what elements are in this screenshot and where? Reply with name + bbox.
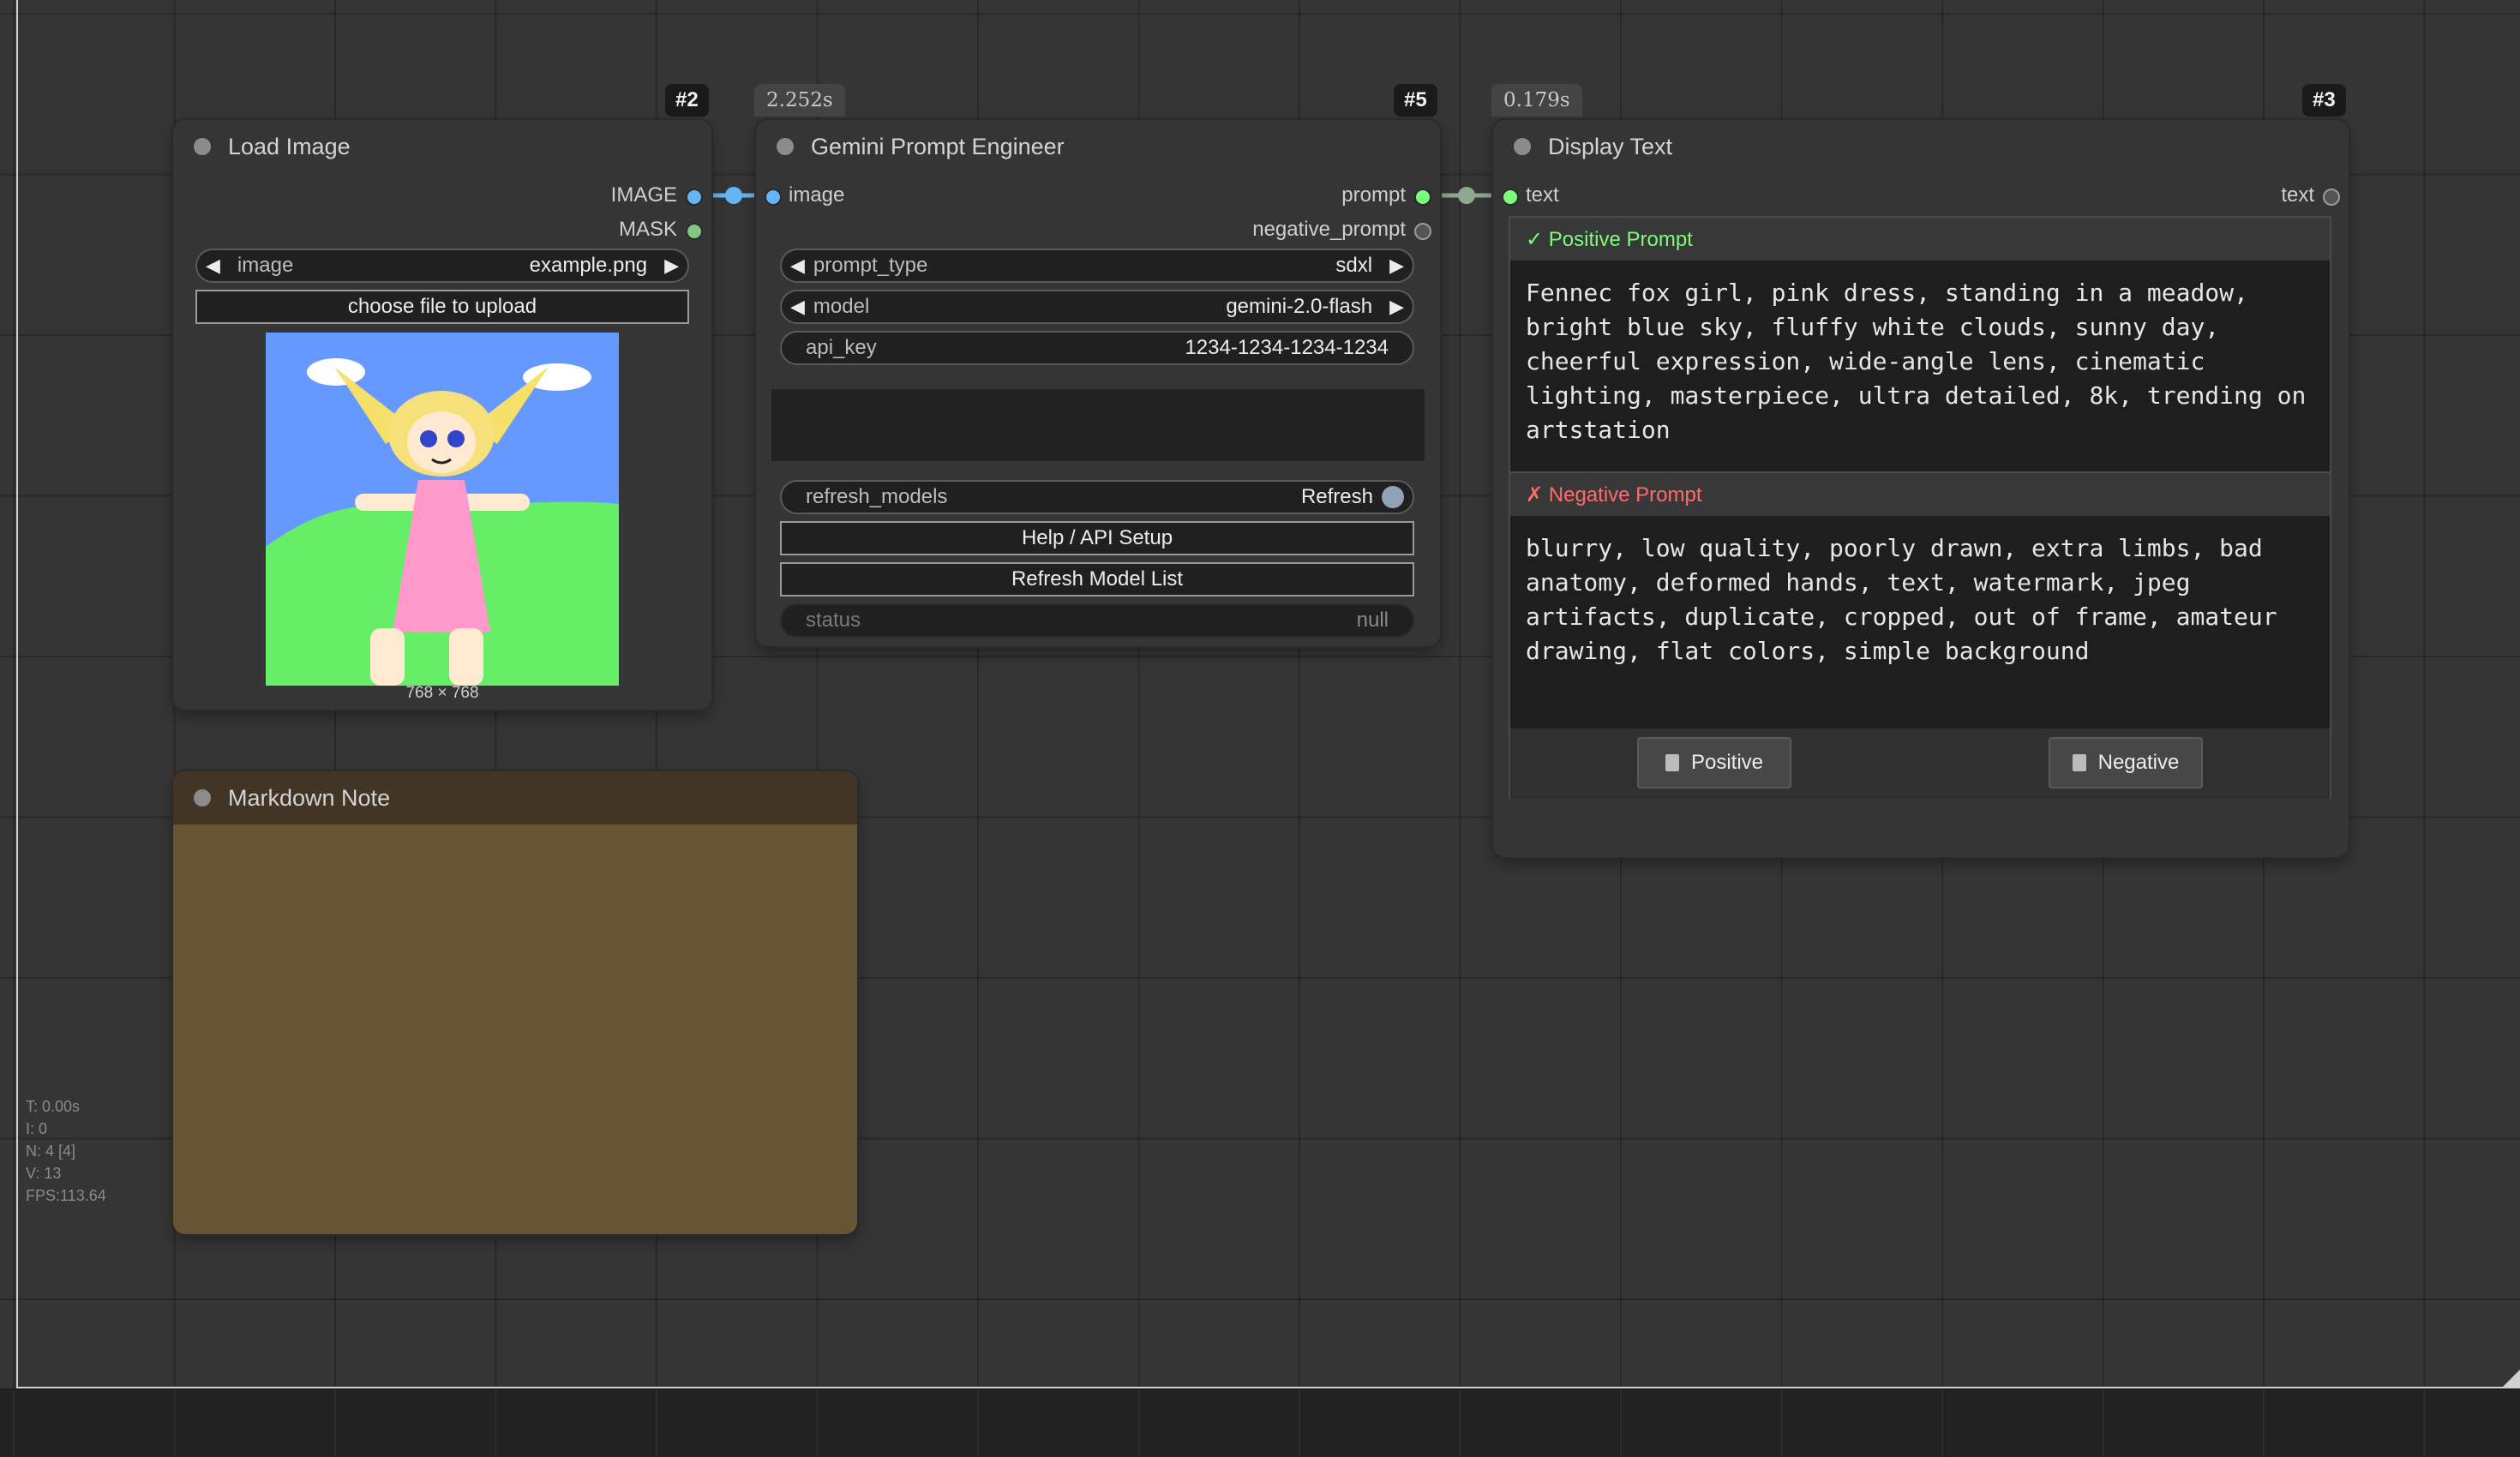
negative-prompt-header: ✗ Negative Prompt — [1510, 471, 2330, 516]
widget-label: status — [806, 609, 861, 632]
copy-positive-button[interactable]: Positive — [1637, 737, 1791, 788]
help-api-setup-button[interactable]: Help / API Setup — [780, 521, 1414, 555]
widget-value: 1234-1234-1234-1234 — [1185, 336, 1389, 359]
link-prompt-midpoint — [1458, 187, 1475, 204]
arrow-left-icon[interactable]: ◀ — [197, 255, 229, 277]
widget-value: gemini-2.0-flash — [1226, 295, 1373, 318]
widget-value: sdxl — [1335, 254, 1373, 277]
refresh-models-toggle[interactable]: refresh_models Refresh — [780, 480, 1414, 514]
arrow-right-icon[interactable]: ▶ — [1381, 255, 1413, 277]
input-slot-image[interactable] — [765, 189, 782, 206]
output-label-text: text — [2281, 183, 2314, 207]
note-content-area[interactable] — [173, 824, 857, 1234]
node-title-bar[interactable]: Gemini Prompt Engineer — [756, 120, 1440, 173]
performance-stats: T: 0.00s I: 0 N: 4 [4] V: 13 FPS:113.64 — [26, 1095, 106, 1207]
collapse-dot-icon[interactable] — [777, 138, 794, 155]
positive-prompt-header: ✓ Positive Prompt — [1510, 218, 2330, 261]
node-title: Display Text — [1548, 133, 1673, 159]
arrow-right-icon[interactable]: ▶ — [1381, 296, 1413, 318]
copy-positive-label: Positive — [1690, 751, 1764, 774]
input-label-text: text — [1526, 183, 1559, 207]
model-combo[interactable]: ◀ model gemini-2.0-flash ▶ — [780, 290, 1414, 324]
upload-button[interactable]: choose file to upload — [195, 290, 689, 324]
node-title-bar[interactable]: Display Text — [1493, 120, 2349, 173]
stat-time: T: 0.00s — [26, 1098, 81, 1115]
api-key-field[interactable]: api_key 1234-1234-1234-1234 — [780, 331, 1414, 365]
load-image-node[interactable]: Load Image IMAGE MASK ◀ image example.pn… — [173, 120, 711, 710]
execution-time-badge: 2.252s — [754, 84, 845, 117]
output-label-mask: MASK — [618, 218, 677, 241]
canvas-bottom-border — [16, 1387, 2520, 1388]
widget-label: prompt_type — [813, 254, 928, 277]
node-title: Load Image — [228, 133, 351, 159]
link-image-midpoint — [725, 187, 742, 204]
collapse-dot-icon[interactable] — [194, 789, 211, 806]
node-id-badge: #2 — [665, 84, 709, 117]
stat-fps: FPS:113.64 — [26, 1187, 106, 1204]
arrow-right-icon[interactable]: ▶ — [656, 255, 687, 277]
widget-value: null — [1356, 609, 1389, 632]
output-label-negative-prompt: negative_prompt — [1252, 218, 1406, 241]
collapse-dot-icon[interactable] — [1514, 138, 1531, 155]
node-graph-canvas[interactable]: #2 Load Image IMAGE MASK ◀ image example… — [0, 0, 2520, 1388]
toggle-knob-icon[interactable] — [1382, 486, 1404, 508]
output-slot-prompt[interactable] — [1414, 189, 1431, 206]
widget-value: example.png — [529, 254, 648, 277]
refresh-model-list-button[interactable]: Refresh Model List — [780, 562, 1414, 597]
input-slot-text[interactable] — [1502, 189, 1519, 206]
prompt-type-combo[interactable]: ◀ prompt_type sdxl ▶ — [780, 249, 1414, 283]
prompt-display-panel: ✓ Positive Prompt Fennec fox girl, pink … — [1509, 216, 2331, 799]
output-slot-image[interactable] — [686, 189, 703, 206]
widget-label: refresh_models — [806, 485, 948, 508]
node-id-badge: #3 — [2302, 84, 2346, 117]
collapse-dot-icon[interactable] — [194, 138, 211, 155]
image-size-label: 768 × 768 — [405, 684, 479, 702]
copy-button-row: Positive Negative — [1510, 728, 2330, 799]
input-label-image: image — [789, 183, 845, 207]
node-title: Gemini Prompt Engineer — [811, 133, 1065, 159]
node-id-badge: #5 — [1394, 84, 1437, 117]
widget-label: image — [237, 254, 294, 277]
negative-prompt-text[interactable]: blurry, low quality, poorly drawn, extra… — [1510, 516, 2330, 728]
arrow-left-icon[interactable]: ◀ — [782, 296, 813, 318]
clipboard-icon — [2072, 754, 2086, 771]
stat-vertices: V: 13 — [26, 1165, 62, 1182]
gemini-prompt-engineer-node[interactable]: Gemini Prompt Engineer image prompt nega… — [756, 120, 1440, 646]
node-title: Markdown Note — [228, 784, 391, 811]
resize-handle-icon[interactable] — [2503, 1370, 2520, 1387]
output-label-image: IMAGE — [610, 183, 677, 207]
display-text-node[interactable]: Display Text text text ✓ Positive Prompt… — [1493, 120, 2349, 857]
node-title-bar[interactable]: Markdown Note — [173, 771, 857, 824]
text-area[interactable] — [771, 389, 1425, 461]
image-preview — [266, 333, 619, 686]
output-slot-mask[interactable] — [686, 223, 703, 240]
positive-prompt-text[interactable]: Fennec fox girl, pink dress, standing in… — [1510, 261, 2330, 471]
lower-canvas-area — [0, 1390, 2520, 1457]
markdown-note-node[interactable]: Markdown Note — [173, 771, 857, 1234]
copy-negative-label: Negative — [2097, 751, 2180, 774]
widget-label: model — [813, 295, 870, 318]
stat-iterations: I: 0 — [26, 1120, 48, 1137]
node-title-bar[interactable]: Load Image — [173, 120, 711, 173]
output-slot-negative-prompt[interactable] — [1414, 223, 1431, 240]
arrow-left-icon[interactable]: ◀ — [782, 255, 813, 277]
image-combo-widget[interactable]: ◀ image example.png ▶ — [195, 249, 689, 283]
widget-value: Refresh — [1300, 485, 1373, 508]
widget-label: api_key — [806, 336, 877, 359]
execution-time-badge: 0.179s — [1491, 84, 1582, 117]
clipboard-icon — [1665, 754, 1679, 771]
canvas-left-border — [16, 0, 18, 1388]
stat-nodes: N: 4 [4] — [26, 1142, 76, 1160]
output-label-prompt: prompt — [1341, 183, 1406, 207]
output-slot-text[interactable] — [2323, 189, 2340, 206]
status-field: status null — [780, 603, 1414, 638]
copy-negative-button[interactable]: Negative — [2049, 737, 2203, 788]
